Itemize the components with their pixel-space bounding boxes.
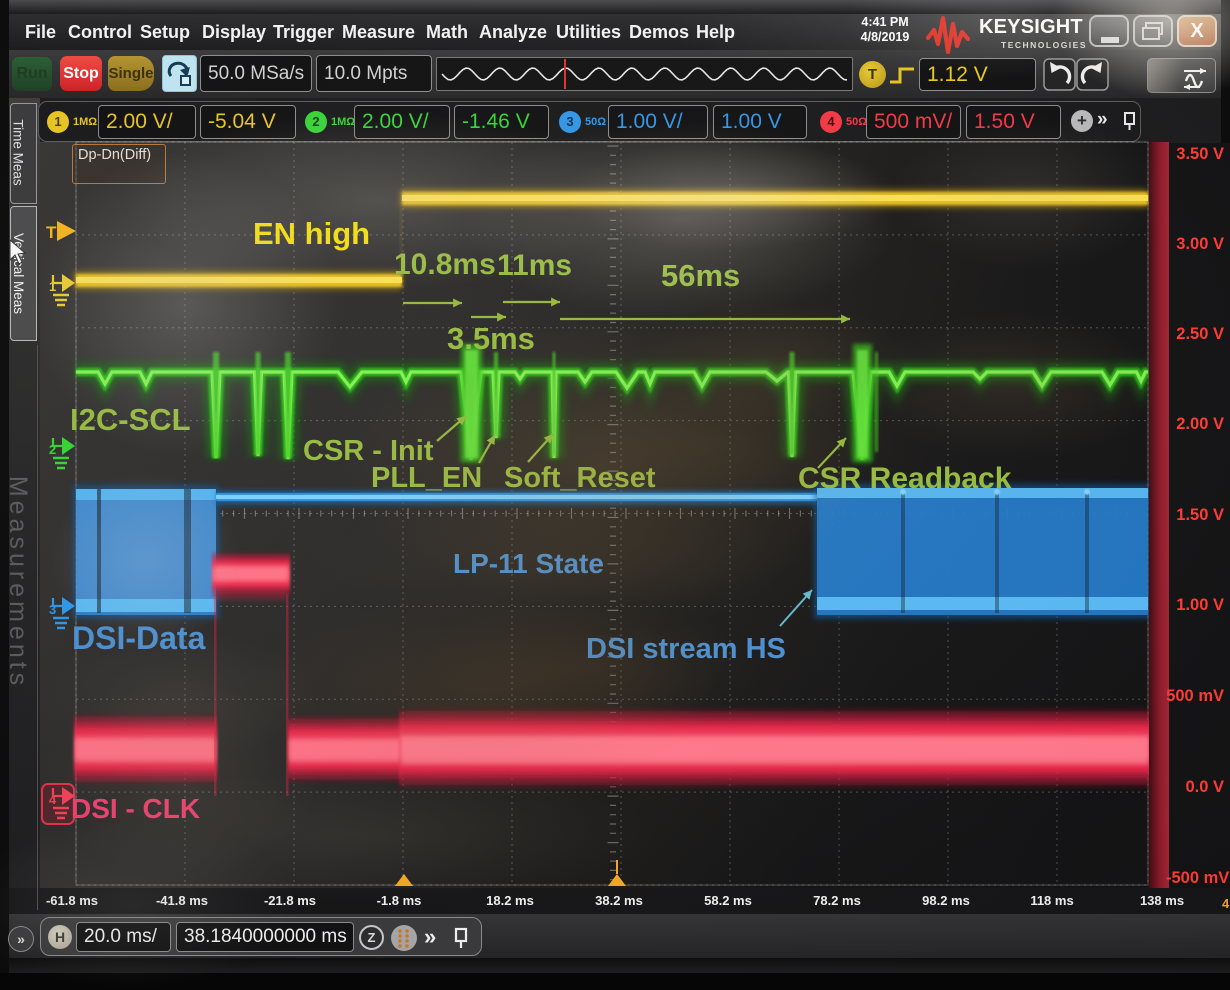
svg-text:T: T (46, 223, 57, 242)
svg-text:1: 1 (49, 279, 56, 294)
svg-text:4: 4 (49, 792, 57, 807)
svg-text:3: 3 (49, 602, 56, 617)
svg-text:2: 2 (49, 442, 56, 457)
